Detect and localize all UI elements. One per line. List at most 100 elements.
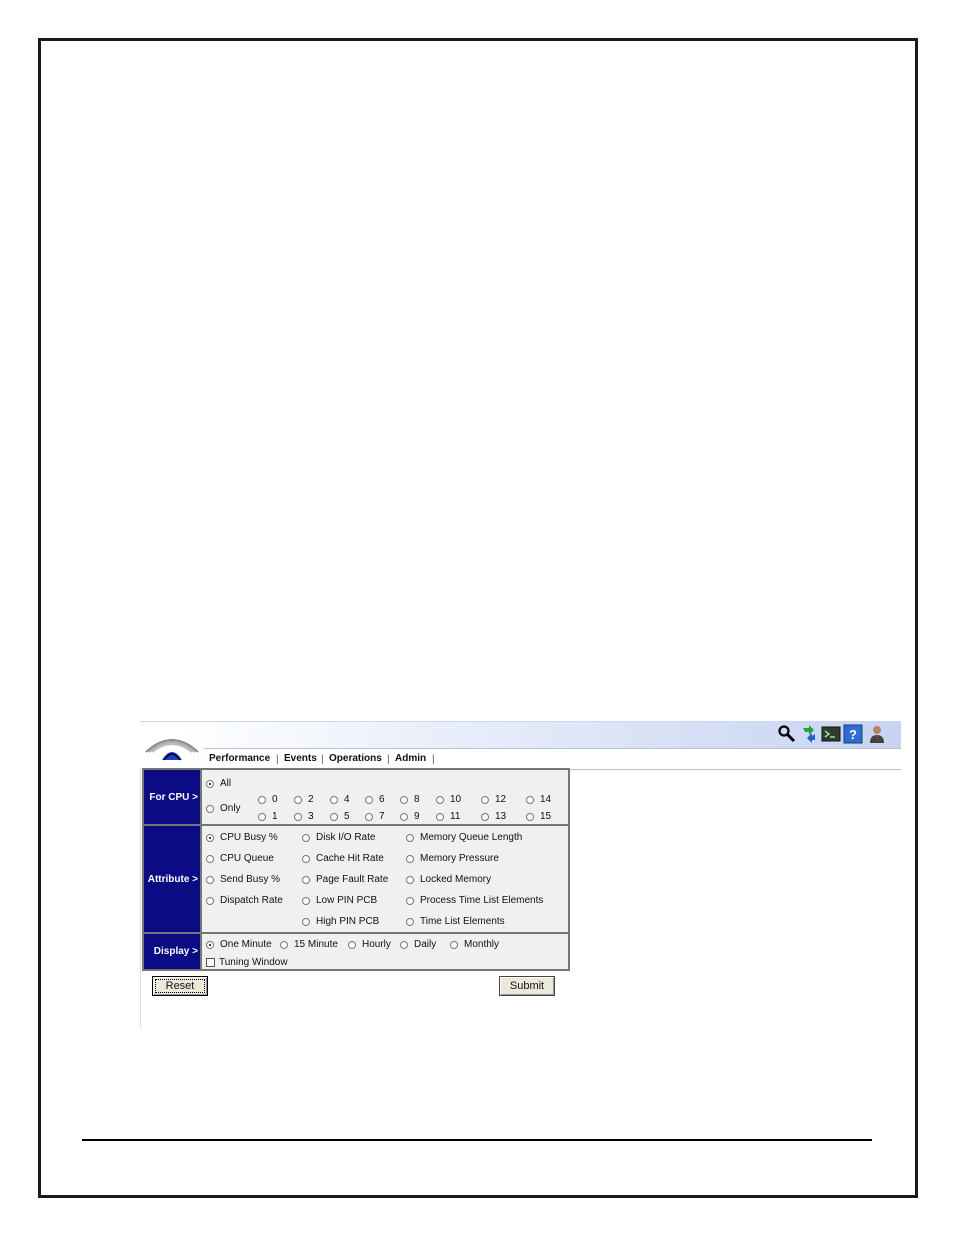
display-one-minute-radio[interactable]	[206, 940, 214, 949]
attr-cpu-busy-radio[interactable]	[206, 833, 214, 842]
user-icon[interactable]	[867, 724, 887, 744]
display-daily-radio[interactable]	[400, 940, 408, 949]
search-icon[interactable]	[777, 724, 797, 744]
cpu-13-radio[interactable]	[481, 812, 489, 821]
display-options: Tuning Window One Minute 15 Minute Hourly D…	[202, 934, 568, 969]
display-row: Display > Tuning Window One Minute 15 Min…	[144, 934, 568, 969]
attr-memory-queue-length-option[interactable]: Memory Queue Length	[406, 832, 522, 843]
cpu-10-option[interactable]: 10	[436, 794, 461, 805]
cpu-1-radio[interactable]	[258, 812, 266, 821]
attr-disk-i-o-rate-radio[interactable]	[302, 833, 310, 842]
display-monthly-radio[interactable]	[450, 940, 458, 949]
attr-process-time-list-elements-radio[interactable]	[406, 896, 414, 905]
cpu-2-label: 2	[308, 794, 314, 805]
cpu-7-radio[interactable]	[365, 812, 373, 821]
attr-dispatch-rate-option[interactable]: Dispatch Rate	[206, 895, 283, 906]
tuning-window-option[interactable]: Tuning Window	[206, 957, 288, 968]
display-monthly-option[interactable]: Monthly	[450, 939, 499, 950]
tuning-window-checkbox[interactable]	[206, 958, 215, 967]
cpu-all-radio[interactable]	[206, 779, 214, 788]
attr-cache-hit-rate-radio[interactable]	[302, 854, 310, 863]
cpu-2-option[interactable]: 2	[294, 794, 314, 805]
attr-page-fault-rate-option[interactable]: Page Fault Rate	[302, 874, 388, 885]
attr-low-pin-pcb-option[interactable]: Low PIN PCB	[302, 895, 377, 906]
cpu-only-option[interactable]: Only	[206, 803, 241, 814]
cpu-11-option[interactable]: 11	[436, 811, 460, 822]
attr-dispatch-rate-radio[interactable]	[206, 896, 214, 905]
cpu-8-option[interactable]: 8	[400, 794, 420, 805]
cpu-6-label: 6	[379, 794, 385, 805]
cpu-2-radio[interactable]	[294, 795, 302, 804]
cpu-4-radio[interactable]	[330, 795, 338, 804]
menu-performance[interactable]: Performance	[209, 753, 270, 764]
display-one-minute-option[interactable]: One Minute	[206, 939, 272, 950]
display-hourly-option[interactable]: Hourly	[348, 939, 391, 950]
cpu-13-option[interactable]: 13	[481, 811, 506, 822]
cpu-9-option[interactable]: 9	[400, 811, 420, 822]
attr-memory-queue-length-radio[interactable]	[406, 833, 414, 842]
attr-cache-hit-rate-option[interactable]: Cache Hit Rate	[302, 853, 384, 864]
cpu-12-option[interactable]: 12	[481, 794, 506, 805]
cpu-all-option[interactable]: All	[206, 778, 231, 789]
cpu-0-option[interactable]: 0	[258, 794, 278, 805]
cpu-3-radio[interactable]	[294, 812, 302, 821]
cpu-11-radio[interactable]	[436, 812, 444, 821]
cpu-4-option[interactable]: 4	[330, 794, 350, 805]
footer-rule	[82, 1139, 872, 1141]
menu-operations[interactable]: Operations	[329, 753, 382, 764]
cpu-10-radio[interactable]	[436, 795, 444, 804]
attr-memory-pressure-radio[interactable]	[406, 854, 414, 863]
attr-disk-i-o-rate-label: Disk I/O Rate	[316, 832, 376, 843]
cpu-9-radio[interactable]	[400, 812, 408, 821]
attr-cpu-queue-radio[interactable]	[206, 854, 214, 863]
cpu-12-radio[interactable]	[481, 795, 489, 804]
display-daily-option[interactable]: Daily	[400, 939, 436, 950]
attr-send-busy-radio[interactable]	[206, 875, 214, 884]
attr-send-busy-option[interactable]: Send Busy %	[206, 874, 280, 885]
cpu-only-radio[interactable]	[206, 804, 214, 813]
attr-high-pin-pcb-option[interactable]: High PIN PCB	[302, 916, 379, 927]
submit-button[interactable]: Submit	[499, 976, 555, 996]
attr-process-time-list-elements-option[interactable]: Process Time List Elements	[406, 895, 543, 906]
app-header: ? Performance | Events | Operations | Ad…	[140, 721, 901, 770]
refresh-icon[interactable]	[799, 724, 819, 744]
attr-time-list-elements-radio[interactable]	[406, 917, 414, 926]
terminal-icon[interactable]	[821, 724, 841, 744]
attr-locked-memory-radio[interactable]	[406, 875, 414, 884]
attr-low-pin-pcb-radio[interactable]	[302, 896, 310, 905]
cpu-5-radio[interactable]	[330, 812, 338, 821]
cpu-0-label: 0	[272, 794, 278, 805]
cpu-7-option[interactable]: 7	[365, 811, 385, 822]
display-15-minute-radio[interactable]	[280, 940, 288, 949]
attr-cpu-busy-option[interactable]: CPU Busy %	[206, 832, 278, 843]
cpu-5-option[interactable]: 5	[330, 811, 350, 822]
display-daily-label: Daily	[414, 939, 437, 950]
attr-memory-pressure-option[interactable]: Memory Pressure	[406, 853, 499, 864]
cpu-15-option[interactable]: 15	[526, 811, 551, 822]
menu-admin[interactable]: Admin	[395, 753, 426, 764]
cpu-0-radio[interactable]	[258, 795, 266, 804]
attr-cpu-queue-option[interactable]: CPU Queue	[206, 853, 274, 864]
cpu-1-option[interactable]: 1	[258, 811, 278, 822]
attr-page-fault-rate-radio[interactable]	[302, 875, 310, 884]
cpu-6-radio[interactable]	[365, 795, 373, 804]
cpu-14-radio[interactable]	[526, 795, 534, 804]
attr-high-pin-pcb-radio[interactable]	[302, 917, 310, 926]
cpu-15-label: 15	[540, 811, 552, 822]
display-hourly-radio[interactable]	[348, 940, 356, 949]
cpu-15-radio[interactable]	[526, 812, 534, 821]
attr-time-list-elements-option[interactable]: Time List Elements	[406, 916, 505, 927]
tuning-window-label: Tuning Window	[219, 957, 288, 968]
cpu-8-radio[interactable]	[400, 795, 408, 804]
cpu-options: All Only 0 2 4 6 8 10 12 14 1 3 5 7 9 11 13 15	[202, 770, 568, 824]
cpu-3-option[interactable]: 3	[294, 811, 314, 822]
cpu-14-option[interactable]: 14	[526, 794, 551, 805]
cpu-6-option[interactable]: 6	[365, 794, 385, 805]
attr-disk-i-o-rate-option[interactable]: Disk I/O Rate	[302, 832, 375, 843]
help-icon[interactable]: ?	[843, 724, 863, 744]
menu-events[interactable]: Events	[284, 753, 317, 764]
reset-button[interactable]: Reset	[152, 976, 208, 996]
attr-locked-memory-option[interactable]: Locked Memory	[406, 874, 491, 885]
header-toolbar: ?	[777, 724, 895, 746]
display-15-minute-option[interactable]: 15 Minute	[280, 939, 338, 950]
